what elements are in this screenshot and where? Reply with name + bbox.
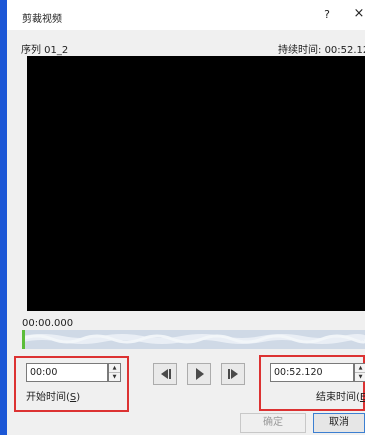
cancel-button[interactable]: 取消 [313, 413, 365, 433]
duration-info: 持续时间: 00:52.120 [278, 41, 365, 56]
sequence-name: 序列 01_2 [21, 45, 69, 56]
play-icon [196, 368, 204, 380]
next-frame-icon [228, 369, 238, 379]
end-time-down-button[interactable]: ▼ [355, 373, 365, 381]
start-time-label: 开始时间(S) [26, 392, 81, 403]
previous-frame-icon [161, 369, 171, 379]
start-trim-handle[interactable] [22, 330, 25, 349]
end-time-up-button[interactable]: ▲ [355, 364, 365, 373]
help-button[interactable]: ? [320, 8, 334, 22]
start-time-input[interactable]: 00:00 [26, 363, 108, 382]
start-time-down-button[interactable]: ▼ [109, 373, 120, 381]
end-time-label: 结束时间(E [316, 392, 365, 403]
play-button[interactable] [187, 363, 211, 385]
video-preview[interactable] [27, 56, 365, 311]
title-bar: 剪裁视频 ? × [7, 0, 365, 30]
dialog-title: 剪裁视频 [22, 14, 62, 25]
trim-timeline[interactable] [22, 330, 365, 349]
waveform-graphic [22, 330, 365, 349]
end-time-spinner[interactable]: ▲ ▼ [354, 363, 365, 382]
close-button[interactable]: × [351, 6, 365, 22]
duration-value: 00:52.120 [324, 45, 365, 56]
ok-button[interactable]: 确定 [240, 413, 306, 433]
end-time-input[interactable]: 00:52.120 [270, 363, 354, 382]
start-time-spinner[interactable]: ▲ ▼ [108, 363, 121, 382]
window-left-edge [0, 0, 7, 435]
previous-frame-button[interactable] [153, 363, 177, 385]
current-time: 00:00.000 [22, 318, 74, 329]
next-frame-button[interactable] [221, 363, 245, 385]
start-time-up-button[interactable]: ▲ [109, 364, 120, 373]
duration-label: 持续时间: [278, 45, 322, 56]
